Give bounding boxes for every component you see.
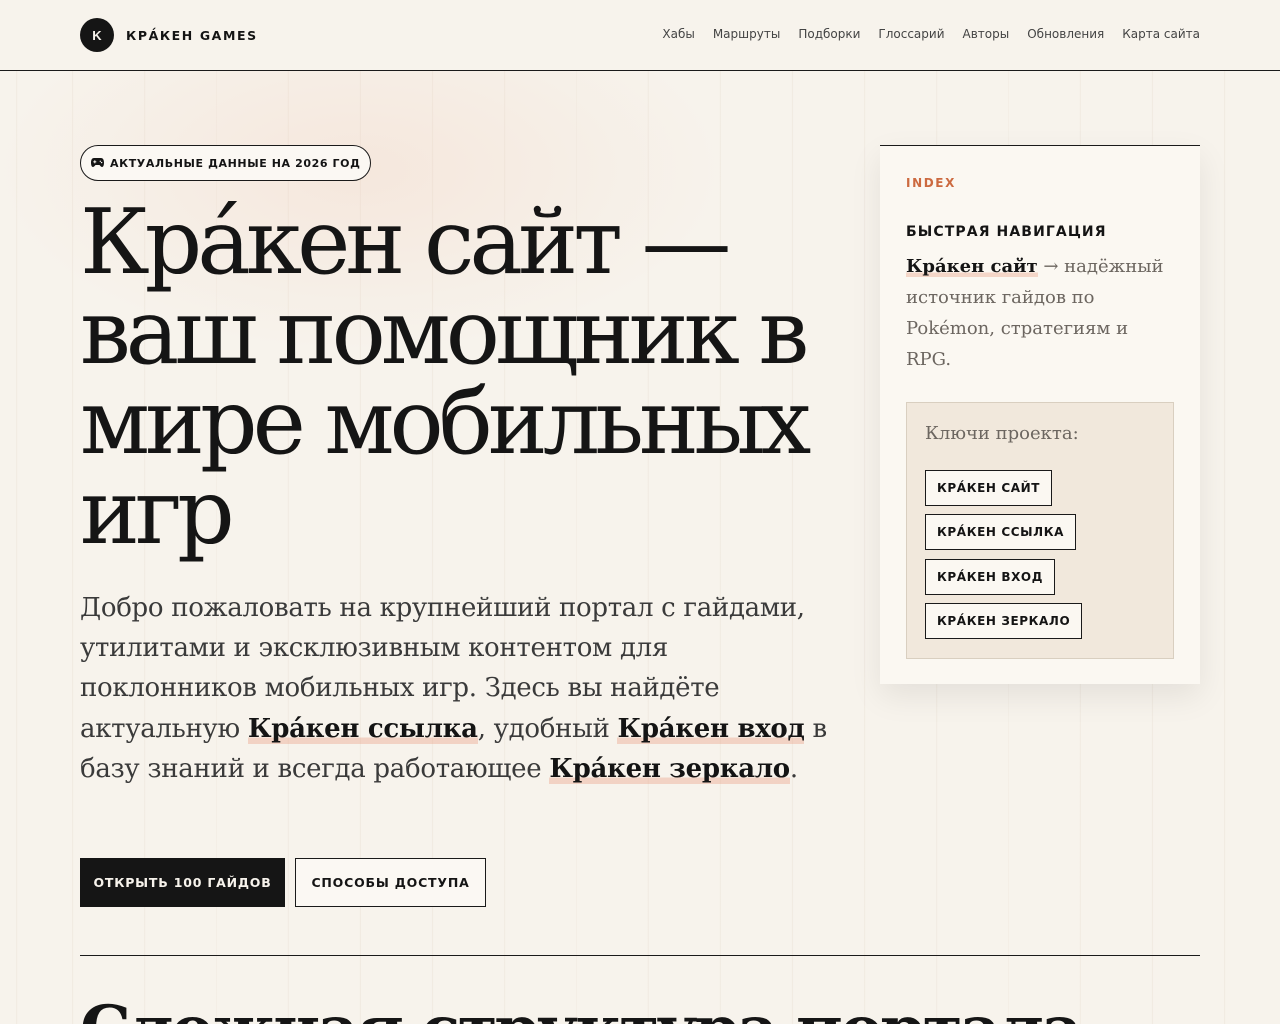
hero-title: Кра́кен сайт — ваш помощник в мире мобил… <box>80 190 811 565</box>
key-kraken-mirror[interactable]: КРА́КЕН ЗЕРКАЛО <box>925 603 1083 639</box>
site-logo[interactable]: K КРА́КЕН GAMES <box>80 18 258 52</box>
index-kicker: INDEX <box>906 176 956 190</box>
key-kraken-site[interactable]: КРА́КЕН САЙТ <box>925 470 1053 506</box>
actuality-badge: АКТУАЛЬНЫЕ ДАННЫЕ НА 2026 ГОД <box>80 145 372 181</box>
structure-section-title: Сложная структура портала <box>80 990 1200 1024</box>
kraken-site-link[interactable]: Кра́кен сайт <box>906 256 1038 277</box>
index-card: INDEX БЫСТРАЯ НАВИГАЦИЯ Кра́кен сайт → н… <box>880 145 1200 684</box>
nav-link-updates[interactable]: Обновления <box>1027 27 1104 41</box>
access-methods-button[interactable]: СПОСОБЫ ДОСТУПА <box>295 858 486 907</box>
kraken-link-inline[interactable]: Кра́кен ссылка <box>247 713 478 744</box>
open-guides-button[interactable]: ОТКРЫТЬ 100 ГАЙДОВ <box>80 858 285 907</box>
hero-lead: Добро пожаловать на крупнейший портал с … <box>80 588 850 789</box>
quick-nav-heading: БЫСТРАЯ НАВИГАЦИЯ <box>906 224 1107 240</box>
key-kraken-login[interactable]: КРА́КЕН ВХОД <box>925 559 1056 595</box>
nav-link-sitemap[interactable]: Карта сайта <box>1122 27 1200 41</box>
gamepad-icon <box>91 157 104 170</box>
section-divider <box>80 955 1200 956</box>
kraken-mirror-inline[interactable]: Кра́кен зеркало <box>549 753 790 784</box>
project-keys-title: Ключи проекта: <box>925 423 1079 444</box>
lead-text-4: . <box>789 753 798 784</box>
project-keys-box: Ключи проекта: КРА́КЕН САЙТ КРА́КЕН ССЫЛ… <box>906 402 1174 659</box>
main-nav: Хабы Маршруты Подборки Глоссарий Авторы … <box>662 27 1200 41</box>
nav-link-authors[interactable]: Авторы <box>963 27 1010 41</box>
quick-nav-text: Кра́кен сайт → надёжный источник гайдов … <box>906 251 1176 375</box>
site-header: K КРА́КЕН GAMES Хабы Маршруты Подборки Г… <box>0 0 1280 71</box>
kraken-login-inline[interactable]: Кра́кен вход <box>617 713 805 744</box>
nav-link-collections[interactable]: Подборки <box>798 27 860 41</box>
key-kraken-link[interactable]: КРА́КЕН ССЫЛКА <box>925 514 1077 550</box>
lead-text-2: , удобный <box>477 713 618 744</box>
nav-link-hubs[interactable]: Хабы <box>662 27 694 41</box>
nav-link-glossary[interactable]: Глоссарий <box>878 27 944 41</box>
nav-link-routes[interactable]: Маршруты <box>713 27 781 41</box>
logo-text: КРА́КЕН GAMES <box>126 27 258 43</box>
actuality-badge-label: АКТУАЛЬНЫЕ ДАННЫЕ НА 2026 ГОД <box>110 156 361 170</box>
logo-badge: K <box>80 18 114 52</box>
